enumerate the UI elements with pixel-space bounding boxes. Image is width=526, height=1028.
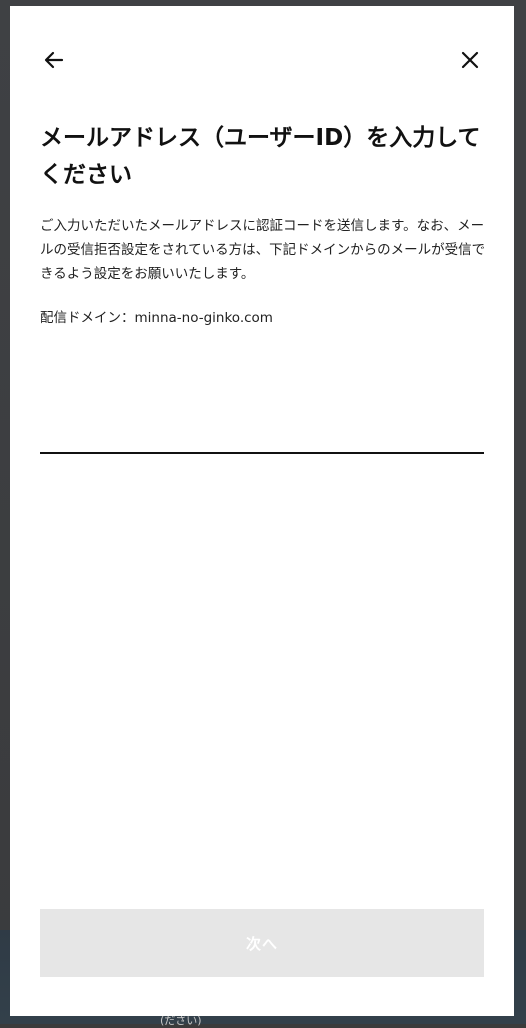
- email-entry-modal: メールアドレス（ユーザーID）を入力してください ご入力いただいたメールアドレス…: [10, 6, 514, 1016]
- close-icon: [461, 51, 479, 69]
- page-title: メールアドレス（ユーザーID）を入力してください: [40, 125, 481, 188]
- back-button[interactable]: [40, 46, 68, 74]
- description-text: ご入力いただいたメールアドレスに認証コードを送信します。なお、メールの受信拒否設…: [40, 218, 486, 282]
- close-button[interactable]: [456, 46, 484, 74]
- arrow-left-icon: [44, 51, 64, 69]
- email-input[interactable]: [40, 412, 484, 454]
- next-button[interactable]: 次へ: [40, 909, 484, 977]
- delivery-domain-text: 配信ドメイン：minna-no-ginko.com: [40, 310, 273, 326]
